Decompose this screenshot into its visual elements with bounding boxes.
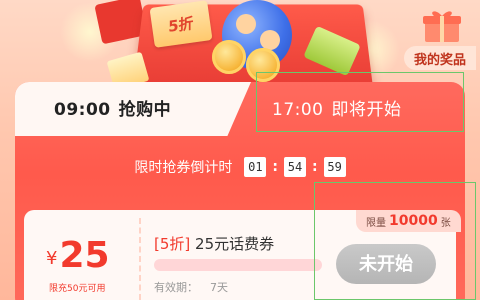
coupon-divider: [139, 218, 141, 300]
countdown: 限时抢券倒计时 01 : 54 : 59: [0, 157, 480, 177]
quota-unit: 张: [441, 214, 451, 229]
tab-status: 即将开始: [332, 100, 402, 120]
tab-time: 17:00: [272, 100, 324, 120]
countdown-label: 限时抢券倒计时: [134, 157, 232, 177]
coupon-title: [5折] 25元话费券: [154, 233, 274, 254]
quota-badge: 限量 10000 张: [356, 210, 461, 232]
quota-number: 10000: [389, 213, 438, 229]
currency-symbol: ¥: [46, 250, 57, 268]
coupon-title-text: 25元话费券: [195, 235, 274, 253]
coupon-amount: 25: [59, 238, 109, 274]
gift-icon[interactable]: [421, 8, 463, 44]
colon: :: [312, 159, 318, 175]
coupon-illustration-text: 5折: [168, 12, 193, 37]
discount-coupon-illustration: 5折: [149, 0, 212, 48]
gold-coin-icon: [246, 48, 280, 82]
colon: :: [272, 159, 278, 175]
gold-coin-icon: [212, 40, 246, 74]
tab-0900[interactable]: 09:00 抢购中: [54, 95, 171, 120]
coupon-price: ¥ 25: [46, 238, 110, 274]
coupon-limit: 限充50元可用: [49, 281, 105, 294]
tab-1700[interactable]: 17:00 即将开始: [272, 95, 402, 120]
stock-progress-bar: [154, 259, 322, 271]
validity-days: 7天: [210, 281, 228, 294]
quota-prefix: 限量: [366, 214, 386, 229]
countdown-hours: 01: [244, 157, 266, 177]
countdown-minutes: 54: [284, 157, 306, 177]
not-started-button[interactable]: 未开始: [336, 244, 436, 284]
coupon-validity: 有效期： 7天: [154, 279, 228, 295]
my-prizes-button[interactable]: 我的奖品: [404, 46, 476, 70]
coupon-tag: [5折]: [154, 235, 190, 253]
tab-time: 09:00: [54, 100, 111, 120]
validity-label: 有效期：: [154, 281, 198, 294]
tab-status: 抢购中: [119, 100, 172, 120]
countdown-seconds: 59: [324, 157, 346, 177]
